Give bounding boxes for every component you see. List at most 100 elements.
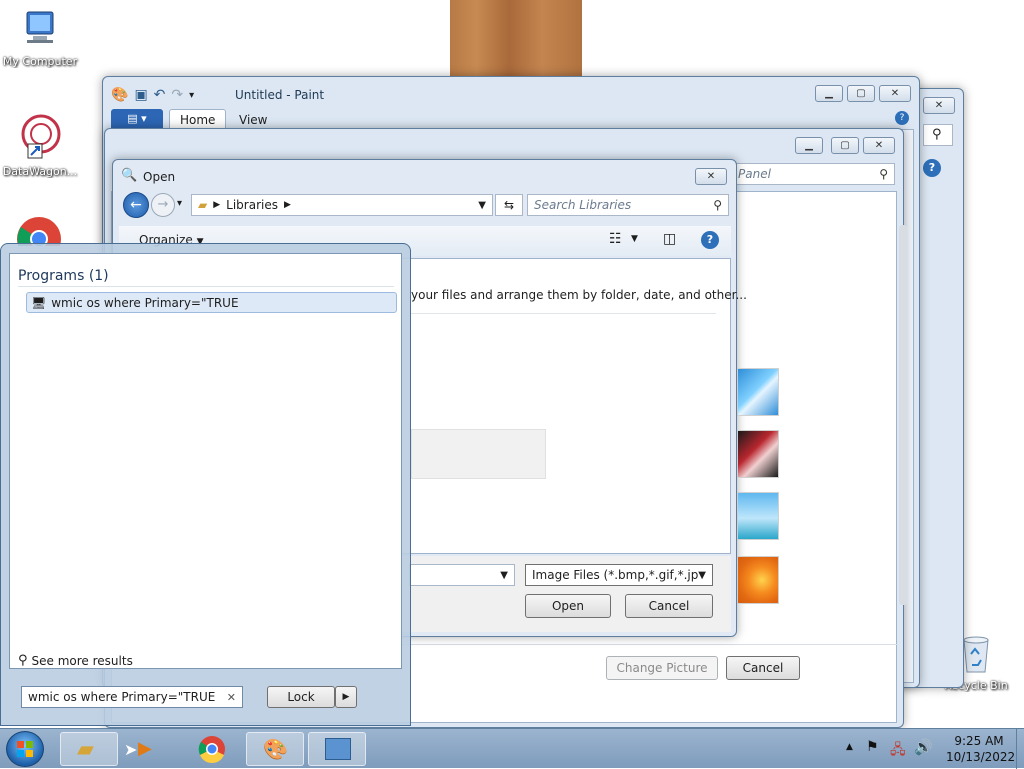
thumbnail-flower[interactable]: [737, 556, 779, 604]
thumbnail-sailboat[interactable]: [737, 492, 779, 540]
media-player-icon: ▶: [138, 738, 152, 759]
show-hidden-icons-icon[interactable]: ▲: [846, 742, 853, 752]
help-icon[interactable]: ?: [895, 111, 909, 125]
start-results-pane: Programs (1) 🖥 wmic os where Primary="TR…: [9, 253, 402, 669]
open-search-input[interactable]: Search Libraries ⚲: [527, 194, 729, 216]
libraries-info-text: your files and arrange them by folder, d…: [411, 288, 747, 302]
selected-item-highlight: [411, 429, 546, 479]
scrollbar[interactable]: [899, 225, 907, 605]
desktop-icon-label: DataWagon...: [2, 165, 78, 178]
filetype-select[interactable]: Image Files (*.bmp,*.gif,*.jpg,*. ▼: [525, 564, 713, 586]
see-more-label: See more results: [31, 653, 133, 668]
paint-title: Untitled - Paint: [235, 88, 325, 102]
thumbnail-origami[interactable]: [737, 430, 779, 478]
address-dropdown-icon[interactable]: ▼: [478, 200, 486, 211]
open-dialog-icon: 🔍: [121, 168, 138, 183]
help-icon[interactable]: ?: [923, 159, 941, 177]
back-button[interactable]: ←: [123, 192, 149, 218]
maximize-button[interactable]: ▢: [847, 85, 875, 102]
action-center-icon[interactable]: ⚑: [866, 739, 879, 755]
paint-app-icon: 🎨: [111, 87, 129, 103]
computer-icon: [26, 11, 54, 43]
start-button[interactable]: [6, 731, 44, 767]
power-options-button[interactable]: ▶: [335, 686, 357, 708]
recent-locations-icon[interactable]: ▾: [177, 198, 182, 209]
thumbnail-pinwheel[interactable]: [737, 368, 779, 416]
taskbar-control-panel[interactable]: [308, 732, 366, 766]
desktop-icon-datawagon[interactable]: DataWagon...: [0, 112, 80, 178]
taskbar-explorer[interactable]: ▰: [60, 732, 118, 766]
clock-time: 9:25 AM: [954, 734, 1004, 748]
search-placeholder: Search Libraries: [534, 198, 632, 212]
close-button[interactable]: ✕: [863, 137, 895, 154]
search-placeholder: Panel: [738, 167, 771, 181]
control-panel-icon: [325, 738, 351, 760]
back-arrow-icon: ←: [130, 197, 142, 213]
filename-input[interactable]: ▼: [409, 564, 515, 586]
undo-icon[interactable]: ↶: [154, 87, 166, 103]
change-picture-button[interactable]: Change Picture: [606, 656, 718, 680]
see-more-results-link[interactable]: ⚲ See more results: [18, 653, 133, 668]
chrome-icon: [17, 217, 61, 261]
minimize-button[interactable]: ▁: [815, 85, 843, 102]
program-icon: 🖥: [31, 295, 47, 310]
cancel-button[interactable]: Cancel: [726, 656, 800, 680]
quick-access-toolbar: 🎨 ▣ ↶ ↷ ▾: [111, 87, 194, 103]
clear-search-icon[interactable]: ✕: [227, 691, 236, 704]
minimize-icon: ▁: [825, 88, 833, 99]
close-button[interactable]: ✕: [695, 168, 727, 185]
maximize-button[interactable]: ▢: [831, 137, 859, 154]
program-result-label: wmic os where Primary="TRUE: [51, 295, 239, 310]
view-options-icon[interactable]: ☷: [609, 231, 622, 247]
desktop-icon-label: My Computer: [2, 55, 78, 68]
maximize-icon: ▢: [856, 88, 866, 99]
volume-icon[interactable]: 🔊: [914, 738, 933, 756]
tab-home[interactable]: Home: [169, 109, 227, 130]
tab-view[interactable]: View: [229, 110, 277, 130]
breadcrumb-libraries[interactable]: Libraries: [226, 198, 278, 212]
programs-header: Programs (1): [18, 268, 109, 284]
desktop-icon-my-computer[interactable]: My Computer: [0, 8, 80, 68]
clock[interactable]: 9:25 AM 10/13/2022: [946, 733, 1015, 765]
taskbar-media-player[interactable]: ▶ ➤: [122, 732, 180, 766]
taskbar-paint[interactable]: 🎨: [246, 732, 304, 766]
refresh-icon: ⇆: [503, 198, 515, 212]
program-result-item[interactable]: 🖥 wmic os where Primary="TRUE: [26, 292, 397, 313]
search-icon-box[interactable]: ⚲: [923, 124, 953, 146]
divider: [18, 286, 394, 287]
close-button[interactable]: ✕: [923, 97, 955, 114]
taskbar-chrome[interactable]: [184, 732, 242, 766]
cancel-button[interactable]: Cancel: [625, 594, 713, 618]
address-bar[interactable]: ▰ ▶ Libraries ▶ ▼: [191, 194, 493, 216]
search-value: wmic os where Primary="TRUE: [28, 690, 216, 704]
forward-arrow-icon: →: [157, 197, 169, 212]
help-icon[interactable]: ?: [701, 231, 719, 249]
search-icon: ⚲: [18, 653, 28, 668]
network-icon[interactable]: 🖧: [890, 739, 906, 763]
filetype-value: Image Files (*.bmp,*.gif,*.jpg,*.: [532, 568, 699, 582]
chevron-down-icon[interactable]: ▼: [631, 234, 638, 244]
chevron-down-icon: ▼: [500, 569, 508, 581]
windows-logo-icon: [17, 741, 33, 757]
close-icon: ✕: [706, 171, 716, 182]
paint-menu-button[interactable]: ▤ ▾: [111, 109, 163, 129]
redo-icon[interactable]: ↷: [171, 87, 183, 103]
lock-button[interactable]: Lock: [267, 686, 335, 708]
preview-pane-icon[interactable]: ◫: [663, 231, 676, 247]
start-menu: Programs (1) 🖥 wmic os where Primary="TR…: [0, 243, 411, 726]
control-panel-search-input[interactable]: Panel ⚲: [731, 163, 895, 185]
close-button[interactable]: ✕: [879, 85, 911, 102]
customize-qat-icon[interactable]: ▾: [189, 90, 194, 101]
forward-button[interactable]: →: [151, 193, 175, 217]
minimize-icon: ▁: [805, 140, 813, 151]
open-dialog-title: Open: [143, 170, 176, 184]
breadcrumb-arrow-icon: ▶: [283, 200, 291, 210]
minimize-button[interactable]: ▁: [795, 137, 823, 154]
paint-icon: 🎨: [263, 737, 288, 761]
save-icon[interactable]: ▣: [134, 87, 147, 103]
wallpaper-wood: [450, 0, 582, 76]
open-button[interactable]: Open: [525, 594, 611, 618]
refresh-button[interactable]: ⇆: [495, 194, 523, 216]
start-search-input[interactable]: wmic os where Primary="TRUE ✕: [21, 686, 243, 708]
show-desktop-button[interactable]: [1016, 729, 1024, 769]
